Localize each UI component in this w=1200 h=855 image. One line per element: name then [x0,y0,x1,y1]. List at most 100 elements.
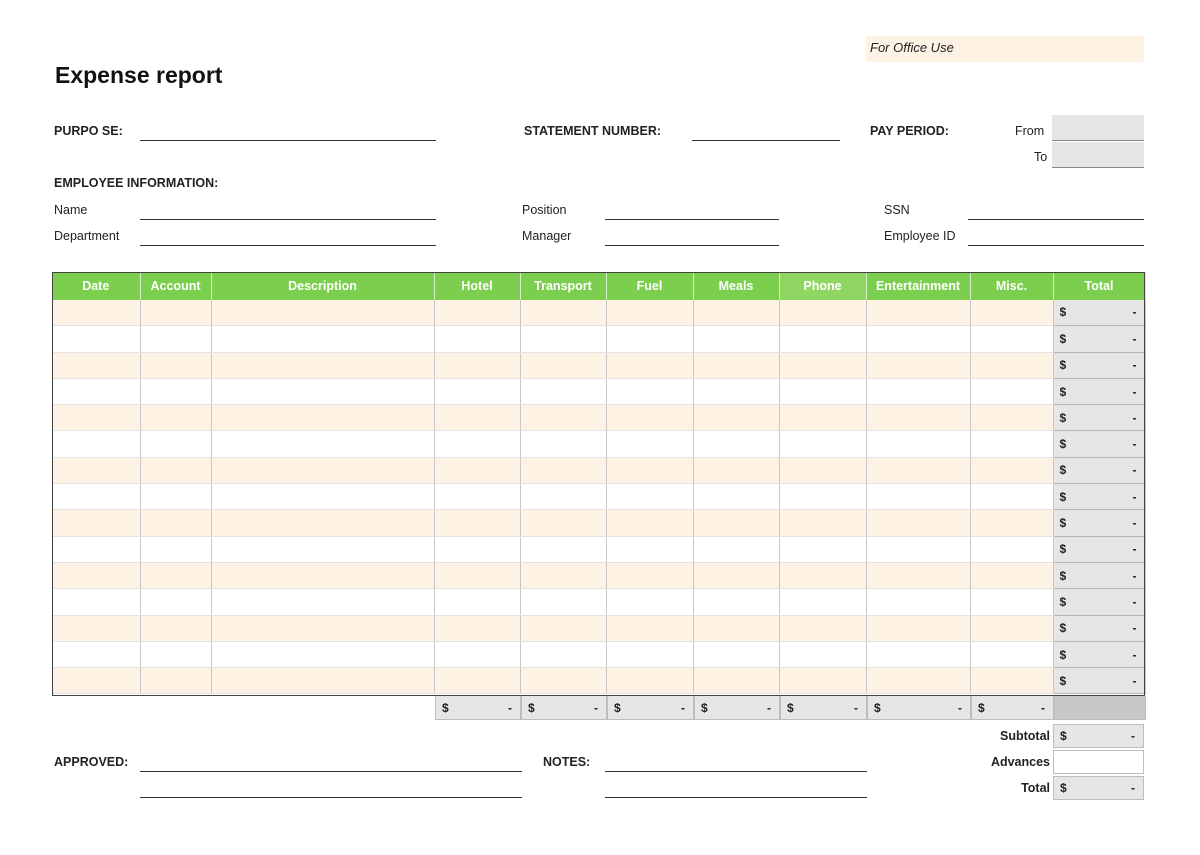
table-cell[interactable] [211,457,435,485]
table-cell[interactable] [211,325,435,353]
table-cell[interactable] [866,509,971,537]
table-cell[interactable] [693,457,780,485]
table-cell[interactable] [520,562,607,590]
table-cell[interactable] [434,667,521,695]
table-cell[interactable] [434,641,521,669]
table-cell[interactable] [434,404,521,432]
table-cell[interactable] [866,404,971,432]
table-cell[interactable] [52,404,141,432]
table-cell[interactable] [693,299,780,327]
table-cell[interactable] [434,483,521,511]
table-cell[interactable] [520,352,607,379]
approved-field-line-2[interactable] [140,797,522,798]
table-cell[interactable] [211,430,435,458]
table-cell[interactable] [606,352,694,379]
table-cell[interactable] [520,378,607,406]
table-cell[interactable] [140,562,212,590]
table-cell[interactable] [779,615,867,642]
table-cell[interactable] [140,615,212,642]
table-cell[interactable] [970,536,1054,563]
notes-field-line-2[interactable] [605,797,867,798]
table-cell[interactable] [693,325,780,353]
table-cell[interactable] [520,509,607,537]
employee-id-field[interactable] [968,245,1144,246]
table-cell[interactable] [779,641,867,669]
table-cell[interactable] [520,588,607,616]
table-cell[interactable] [866,299,971,327]
table-cell[interactable] [606,509,694,537]
table-cell[interactable] [140,667,212,695]
table-cell[interactable] [779,536,867,563]
table-cell[interactable] [693,536,780,563]
table-cell[interactable] [211,378,435,406]
table-cell[interactable] [970,641,1054,669]
table-cell[interactable] [779,562,867,590]
table-cell[interactable] [211,509,435,537]
table-cell[interactable] [434,378,521,406]
table-cell[interactable] [520,667,607,695]
table-cell[interactable] [606,562,694,590]
table-cell[interactable] [606,457,694,485]
from-field[interactable] [1052,115,1144,141]
table-cell[interactable] [434,457,521,485]
position-field[interactable] [605,219,779,220]
table-cell[interactable] [434,509,521,537]
table-cell[interactable] [211,536,435,563]
table-cell[interactable] [970,509,1054,537]
table-cell[interactable] [779,457,867,485]
table-cell[interactable] [606,667,694,695]
table-cell[interactable] [970,667,1054,695]
table-cell[interactable] [52,562,141,590]
table-cell[interactable] [520,299,607,327]
table-cell[interactable] [693,483,780,511]
table-cell[interactable] [779,404,867,432]
table-cell[interactable] [140,430,212,458]
table-cell[interactable] [52,325,141,353]
table-cell[interactable] [140,325,212,353]
table-cell[interactable] [140,536,212,563]
table-cell[interactable] [52,378,141,406]
table-cell[interactable] [520,325,607,353]
table-cell[interactable] [140,404,212,432]
table-cell[interactable] [211,588,435,616]
table-cell[interactable] [693,588,780,616]
table-cell[interactable] [211,404,435,432]
statement-number-field[interactable] [692,140,840,141]
table-cell[interactable] [52,667,141,695]
table-cell[interactable] [520,641,607,669]
table-cell[interactable] [520,483,607,511]
table-cell[interactable] [52,615,141,642]
table-cell[interactable] [779,352,867,379]
table-cell[interactable] [970,404,1054,432]
table-cell[interactable] [866,562,971,590]
table-cell[interactable] [434,615,521,642]
table-cell[interactable] [606,641,694,669]
table-cell[interactable] [211,562,435,590]
table-cell[interactable] [970,615,1054,642]
table-cell[interactable] [52,641,141,669]
table-cell[interactable] [606,378,694,406]
table-cell[interactable] [52,536,141,563]
table-cell[interactable] [434,588,521,616]
table-cell[interactable] [606,615,694,642]
department-field[interactable] [140,245,436,246]
purpose-field[interactable] [140,140,436,141]
table-cell[interactable] [211,641,435,669]
table-cell[interactable] [52,483,141,511]
table-cell[interactable] [970,378,1054,406]
table-cell[interactable] [52,430,141,458]
table-cell[interactable] [693,641,780,669]
table-cell[interactable] [606,483,694,511]
table-cell[interactable] [779,588,867,616]
table-cell[interactable] [520,536,607,563]
table-cell[interactable] [970,457,1054,485]
table-cell[interactable] [970,325,1054,353]
table-cell[interactable] [520,615,607,642]
table-cell[interactable] [866,325,971,353]
table-cell[interactable] [520,457,607,485]
table-cell[interactable] [779,299,867,327]
table-cell[interactable] [520,404,607,432]
table-cell[interactable] [779,430,867,458]
table-cell[interactable] [140,588,212,616]
table-cell[interactable] [693,615,780,642]
